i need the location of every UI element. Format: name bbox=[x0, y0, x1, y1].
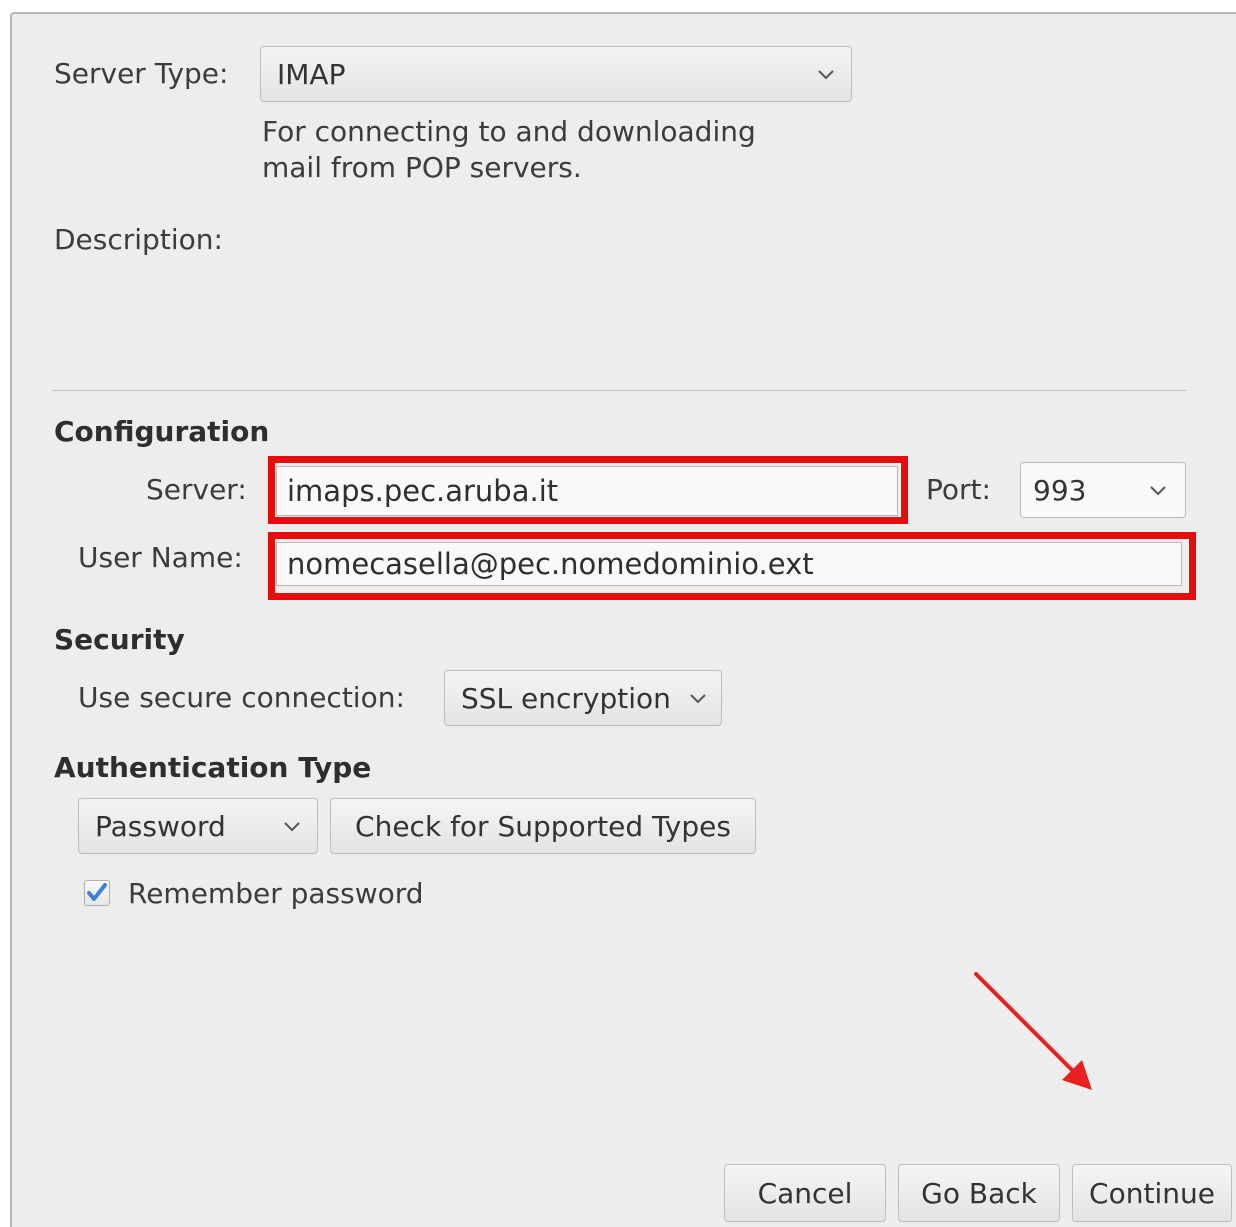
chevron-down-icon bbox=[1150, 486, 1166, 496]
continue-button[interactable]: Continue bbox=[1072, 1164, 1232, 1222]
checkmark-icon bbox=[87, 883, 107, 901]
port-label: Port: bbox=[926, 473, 991, 506]
port-value: 993 bbox=[1033, 473, 1087, 507]
arrow-annotation-icon bbox=[974, 972, 1092, 1090]
description-label: Description: bbox=[54, 223, 223, 256]
secure-connection-select[interactable]: SSL encryption bbox=[444, 670, 722, 726]
remember-password-label: Remember password bbox=[128, 877, 424, 910]
port-select[interactable]: 993 bbox=[1020, 462, 1186, 518]
chevron-down-icon bbox=[818, 70, 834, 80]
check-supported-types-button[interactable]: Check for Supported Types bbox=[330, 798, 756, 854]
configuration-heading: Configuration bbox=[54, 415, 270, 448]
server-type-help-line2: mail from POP servers. bbox=[262, 151, 582, 184]
account-settings-dialog: Server Type: IMAP For connecting to and … bbox=[10, 12, 1236, 1227]
authentication-type-value: Password bbox=[95, 809, 226, 843]
cancel-button[interactable]: Cancel bbox=[724, 1164, 886, 1222]
authentication-heading: Authentication Type bbox=[54, 751, 372, 784]
secure-connection-label: Use secure connection: bbox=[78, 681, 405, 714]
server-type-select[interactable]: IMAP bbox=[260, 46, 852, 102]
section-divider bbox=[52, 390, 1186, 391]
remember-password-checkbox[interactable] bbox=[84, 880, 110, 906]
server-label: Server: bbox=[146, 473, 247, 506]
security-heading: Security bbox=[54, 623, 185, 656]
server-type-help-line1: For connecting to and downloading bbox=[262, 115, 756, 148]
chevron-down-icon bbox=[690, 694, 706, 704]
authentication-type-select[interactable]: Password bbox=[78, 798, 318, 854]
username-input[interactable]: nomecasella@pec.nomedominio.ext bbox=[276, 542, 1182, 586]
server-input[interactable]: imaps.pec.aruba.it bbox=[276, 466, 898, 516]
username-label: User Name: bbox=[78, 541, 243, 574]
secure-connection-value: SSL encryption bbox=[461, 681, 671, 715]
server-type-value: IMAP bbox=[277, 57, 346, 91]
go-back-button[interactable]: Go Back bbox=[898, 1164, 1060, 1222]
chevron-down-icon bbox=[284, 822, 300, 832]
server-type-label: Server Type: bbox=[54, 57, 229, 90]
